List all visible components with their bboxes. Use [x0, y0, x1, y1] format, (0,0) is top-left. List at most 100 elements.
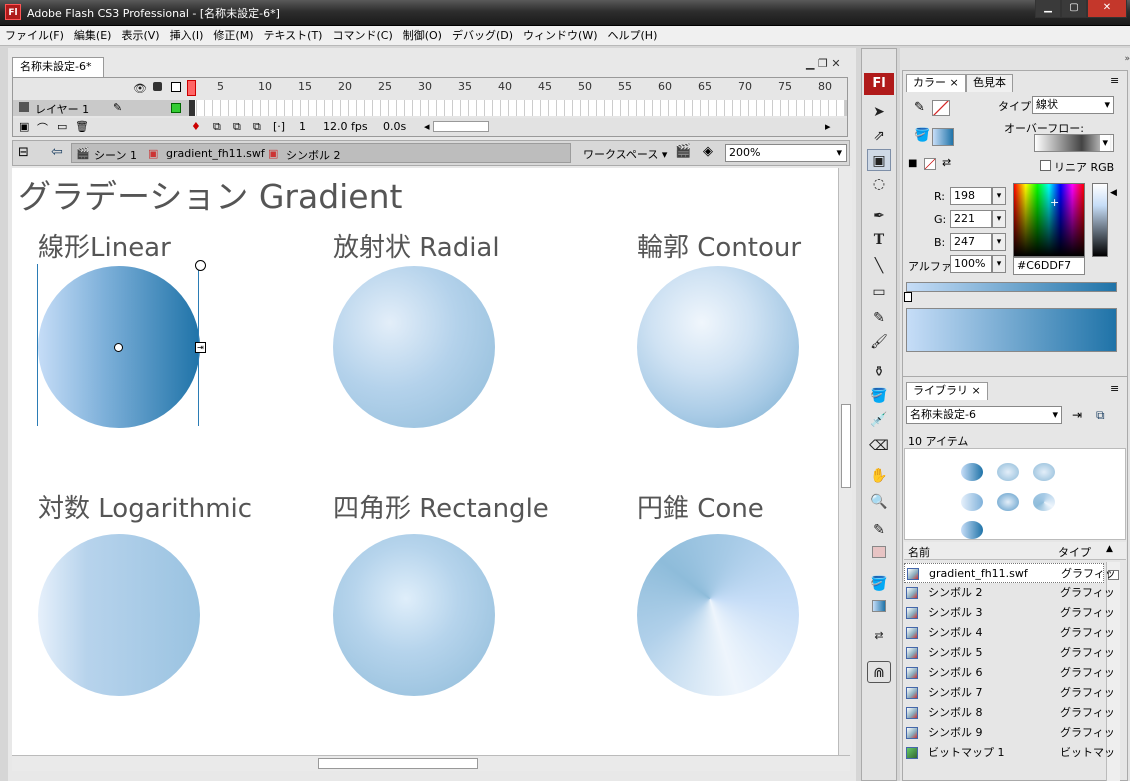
scroll-left-icon[interactable]: ◂ — [424, 120, 430, 133]
pen-tool-icon[interactable]: ✒ — [867, 205, 891, 227]
line-tool-icon[interactable]: ╲ — [867, 255, 891, 277]
swap-colors-icon[interactable]: ⇄ — [867, 625, 891, 647]
document-tab[interactable]: 名称未設定-6* — [12, 57, 104, 77]
list-item[interactable]: シンボル 3 グラフィッ — [904, 603, 1115, 623]
list-item[interactable]: シンボル 4 グラフィッ — [904, 623, 1115, 643]
swap-colors-panel-icon[interactable]: ⇄ — [942, 156, 951, 169]
stage-horizontal-scrollbar[interactable] — [12, 755, 850, 771]
menu-debug[interactable]: デバッグ(D) — [447, 26, 518, 45]
keyframe[interactable] — [189, 100, 195, 116]
hand-tool-icon[interactable]: ✋ — [867, 465, 891, 487]
fill-color-swatch[interactable] — [867, 595, 891, 617]
menu-modify[interactable]: 修正(M) — [208, 26, 258, 45]
layer-name[interactable]: レイヤー 1 — [35, 101, 89, 117]
layer-color-icon[interactable] — [171, 103, 181, 113]
list-item[interactable]: シンボル 7 グラフィッ — [904, 683, 1115, 703]
zoom-select[interactable]: 200% ▾ — [725, 144, 847, 162]
insert-layer-icon[interactable]: ▣ — [19, 120, 29, 133]
list-item[interactable]: ビットマップ 1 ビットマッ — [904, 743, 1115, 763]
gradient-definition-bar[interactable] — [906, 282, 1117, 292]
breadcrumb-swf[interactable]: gradient_fh11.swf — [166, 147, 265, 160]
onion-markers-icon[interactable]: [·] — [273, 120, 285, 133]
pin-library-icon[interactable]: ⇥ — [1072, 408, 1082, 422]
vscroll-thumb[interactable] — [841, 404, 851, 488]
close-window-button[interactable]: ✕ — [1087, 0, 1127, 18]
ink-bottle-tool-icon[interactable]: ⚱ — [867, 361, 891, 383]
hscroll-thumb[interactable] — [318, 758, 478, 769]
menu-window[interactable]: ウィンドウ(W) — [518, 26, 602, 45]
default-colors-icon[interactable]: ■ — [908, 158, 917, 169]
selection-tool-icon[interactable]: ➤ — [867, 101, 891, 123]
gradient-width-handle[interactable]: ⇥ — [195, 342, 206, 353]
edit-scene-icon[interactable]: 🎬 — [675, 144, 691, 159]
minimize-button[interactable]: ▁ — [1035, 0, 1061, 18]
zoom-tool-icon[interactable]: 🔍 — [867, 491, 891, 513]
tab-library[interactable]: ライブラリ × — [906, 382, 988, 400]
snap-to-objects-icon[interactable]: ⋒ — [867, 661, 891, 683]
menu-edit[interactable]: 編集(E) — [69, 26, 117, 45]
playhead[interactable] — [187, 80, 196, 96]
stage[interactable]: グラデーション Gradient 線形Linear ⇥ 放射状 Radial 輪… — [12, 168, 838, 755]
contour-gradient-circle[interactable] — [637, 266, 799, 428]
fill-gradient-swatch[interactable] — [932, 128, 954, 146]
folder-icon[interactable]: ▭ — [57, 120, 67, 133]
lasso-tool-icon[interactable]: ◌ — [867, 173, 891, 195]
type-select[interactable]: 線状 ▾ — [1032, 96, 1114, 114]
brightness-arrow-icon[interactable]: ◀ — [1110, 188, 1117, 198]
doc-window-controls[interactable]: ▁ ❐ ✕ — [806, 57, 841, 70]
b-input[interactable]: 247 — [950, 233, 992, 251]
brightness-slider[interactable] — [1092, 183, 1108, 257]
list-item[interactable]: シンボル 6 グラフィッ — [904, 663, 1115, 683]
timeline-toggle-icon[interactable]: ⊟ — [18, 145, 29, 160]
panel-menu-icon[interactable]: ≡ — [1110, 74, 1119, 87]
stroke-none-swatch[interactable] — [932, 100, 950, 116]
paint-bucket-tool-icon[interactable]: 🪣 — [867, 385, 891, 407]
breadcrumb-scene[interactable]: シーン 1 — [94, 147, 137, 163]
alpha-dropdown-icon[interactable]: ▾ — [992, 255, 1006, 273]
library-menu-icon[interactable]: ≡ — [1110, 382, 1119, 395]
gradient-rotate-handle[interactable] — [195, 260, 206, 271]
breadcrumb-symbol[interactable]: シンボル 2 — [286, 147, 341, 163]
edit-multiple-icon[interactable]: ⧉ — [253, 120, 261, 134]
list-item[interactable]: シンボル 9 グラフィッ — [904, 723, 1115, 743]
onion-skin-icon[interactable]: ⧉ — [213, 120, 221, 134]
edit-symbol-icon[interactable]: ◈ — [703, 144, 713, 159]
eraser-tool-icon[interactable]: ⌫ — [867, 435, 891, 457]
subselection-tool-icon[interactable]: ⇗ — [867, 125, 891, 147]
menu-help[interactable]: ヘルプ(H) — [603, 26, 663, 45]
fill-color-icon[interactable]: 🪣 — [867, 573, 891, 595]
center-frame-icon[interactable]: ♦ — [191, 120, 201, 133]
menu-insert[interactable]: 挿入(I) — [165, 26, 209, 45]
alpha-input[interactable]: 100% — [950, 255, 992, 273]
menu-text[interactable]: テキスト(T) — [258, 26, 327, 45]
timeline-hscroll-thumb[interactable] — [433, 121, 489, 132]
workspace-menu[interactable]: ワークスペース ▾ — [583, 146, 667, 162]
gradient-center-handle[interactable] — [114, 343, 123, 352]
back-arrow-icon[interactable]: ⇦ — [51, 144, 63, 160]
logarithmic-gradient-circle[interactable] — [38, 534, 200, 696]
brush-tool-icon[interactable]: 🖌 — [867, 331, 891, 353]
g-input[interactable]: 221 — [950, 210, 992, 228]
list-item[interactable]: シンボル 8 グラフィッ — [904, 703, 1115, 723]
col-name-header[interactable]: 名前 — [908, 544, 930, 560]
maximize-button[interactable]: ▢ — [1061, 0, 1087, 18]
pencil-tool-icon[interactable]: ✎ — [867, 307, 891, 329]
eyedropper-tool-icon[interactable]: 💉 — [867, 409, 891, 431]
list-item[interactable]: gradient_fh11.swf グラフィッ — [904, 563, 1116, 583]
overflow-select[interactable]: ▾ — [1034, 134, 1114, 152]
tab-color[interactable]: カラー × — [906, 74, 966, 92]
rectangle-gradient-circle[interactable] — [333, 534, 495, 696]
collapse-panels-icon[interactable]: » — [900, 54, 1130, 66]
scroll-right-icon[interactable]: ▸ — [825, 120, 831, 133]
linear-rgb-checkbox[interactable] — [1040, 160, 1051, 171]
trash-icon[interactable]: 🗑 — [75, 120, 89, 133]
menu-file[interactable]: ファイル(F) — [0, 26, 69, 45]
g-dropdown-icon[interactable]: ▾ — [992, 210, 1006, 228]
col-type-header[interactable]: タイプ — [1058, 544, 1091, 560]
no-color-icon[interactable] — [924, 158, 936, 170]
b-dropdown-icon[interactable]: ▾ — [992, 233, 1006, 251]
onion-outline-icon[interactable]: ⧉ — [233, 120, 241, 134]
menu-view[interactable]: 表示(V) — [116, 26, 164, 45]
hex-input[interactable]: #C6DDF7 — [1013, 257, 1085, 275]
menu-commands[interactable]: コマンド(C) — [327, 26, 397, 45]
